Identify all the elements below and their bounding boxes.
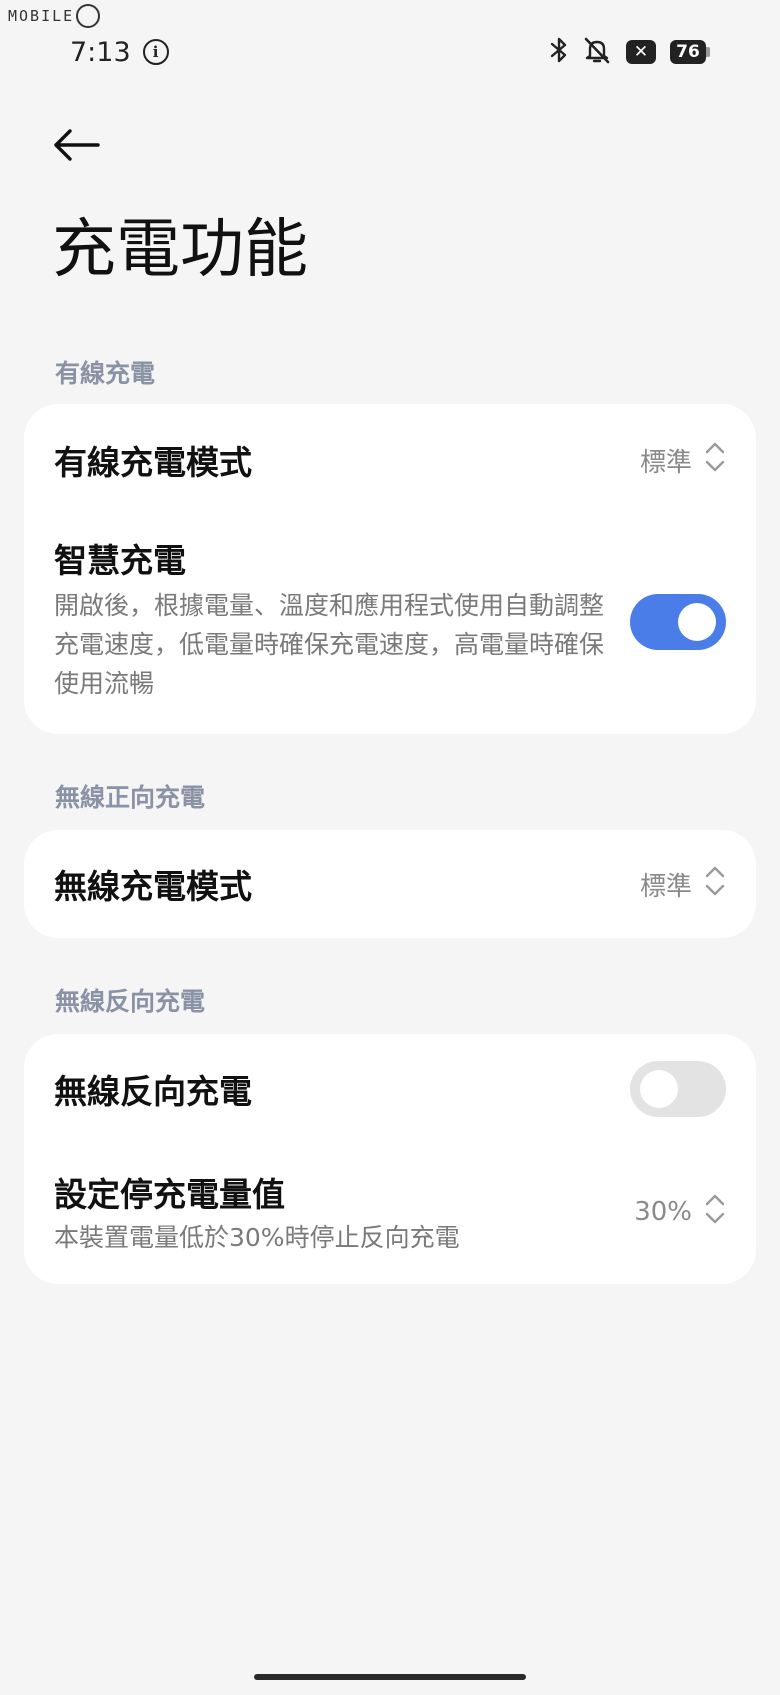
toggle-knob	[640, 1070, 678, 1108]
smart-charging-title: 智慧充電	[54, 541, 186, 580]
toggle-knob	[678, 603, 716, 641]
status-bar: 7:13 i ✕ 76	[70, 30, 710, 74]
section-label-wireless-reverse: 無線反向充電	[55, 987, 206, 1016]
mascot-face-icon	[76, 4, 101, 28]
smart-charging-description: 開啟後，根據電量、溫度和應用程式使用自動調整充電速度，低電量時確保充電速度，高電…	[54, 591, 605, 698]
wired-mode-title: 有線充電模式	[54, 443, 252, 482]
smart-charging-toggle[interactable]	[630, 594, 726, 650]
reverse-charging-row[interactable]: 無線反向充電	[24, 1034, 756, 1144]
stop-threshold-picker[interactable]: 30%	[634, 1192, 726, 1233]
status-time: 7:13	[70, 36, 131, 68]
stop-threshold-description: 本裝置電量低於30%時停止反向充電	[54, 1222, 460, 1252]
mute-bell-icon	[582, 36, 612, 68]
page-title: 充電功能	[52, 213, 308, 287]
wireless-forward-card: 無線充電模式 標準	[24, 830, 756, 938]
battery-level: 76	[670, 40, 706, 64]
watermark-text: MOBILE	[8, 7, 75, 25]
reverse-charging-toggle[interactable]	[630, 1061, 726, 1117]
back-button[interactable]	[52, 122, 102, 172]
up-down-chevron-icon	[704, 864, 726, 905]
notification-badge: ✕	[626, 40, 656, 64]
wireless-mode-row[interactable]: 無線充電模式 標準	[24, 830, 756, 938]
wired-mode-value: 標準	[639, 447, 692, 478]
stop-threshold-title: 設定停充電量值	[54, 1174, 285, 1214]
section-label-wireless-forward: 無線正向充電	[55, 783, 206, 812]
up-down-chevron-icon	[704, 1192, 726, 1233]
wireless-mode-picker[interactable]: 標準	[640, 864, 726, 905]
section-label-wired: 有線充電	[55, 359, 156, 388]
stop-threshold-value: 30%	[634, 1197, 692, 1227]
reverse-charging-title: 無線反向充電	[54, 1072, 252, 1111]
smart-charging-row[interactable]: 智慧充電 開啟後，根據電量、溫度和應用程式使用自動調整充電速度，低電量時確保充電…	[24, 534, 756, 710]
back-arrow-icon	[52, 128, 100, 166]
wireless-reverse-card: 無線反向充電 設定停充電量值 本裝置電量低於30%時停止反向充電 30%	[24, 1034, 756, 1284]
wireless-mode-title: 無線充電模式	[54, 867, 252, 906]
watermark-logo: MOBILE	[8, 4, 101, 28]
info-icon: i	[142, 39, 169, 65]
wireless-mode-value: 標準	[639, 871, 692, 902]
up-down-chevron-icon	[704, 440, 726, 481]
stop-threshold-row[interactable]: 設定停充電量值 本裝置電量低於30%時停止反向充電 30%	[24, 1162, 756, 1262]
battery-tip-icon	[706, 47, 710, 57]
wired-mode-picker[interactable]: 標準	[640, 440, 726, 481]
wired-charging-card: 有線充電模式 標準 智慧充電 開啟後，根據電量、溫度和應用程式使用自動調整充電速…	[24, 404, 756, 734]
wired-mode-row[interactable]: 有線充電模式 標準	[24, 404, 756, 516]
bluetooth-icon	[550, 36, 568, 68]
battery-indicator: 76	[670, 40, 710, 64]
home-indicator[interactable]	[254, 1674, 526, 1680]
